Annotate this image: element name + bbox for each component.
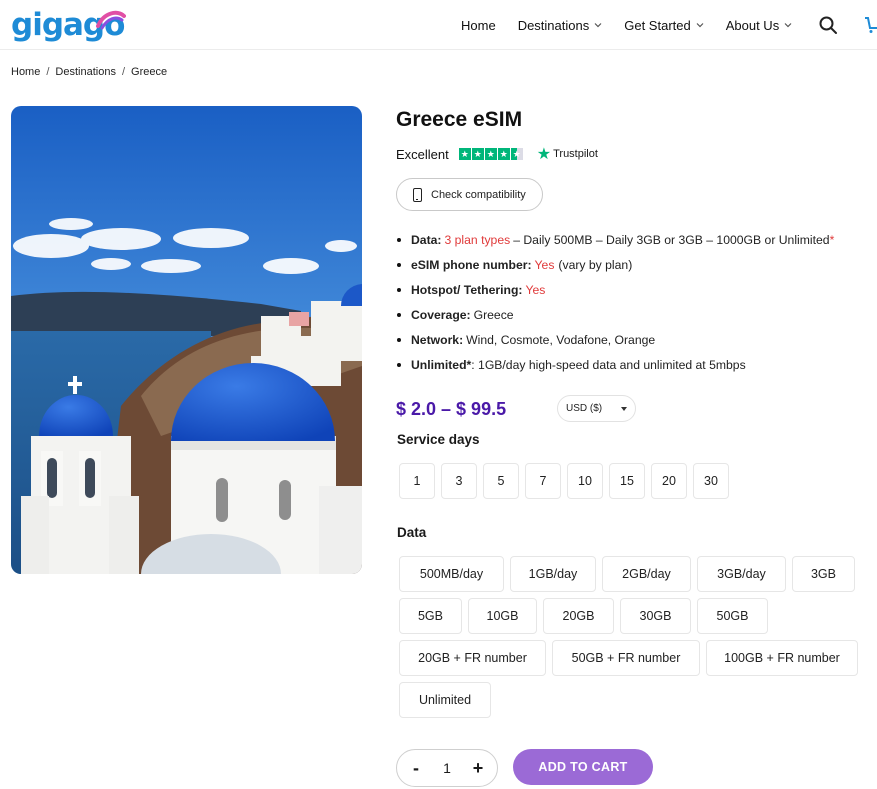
- breadcrumb-separator: /: [121, 66, 126, 78]
- feature-coverage: Coverage: Greece: [397, 302, 834, 327]
- data-option[interactable]: 1GB/day: [510, 556, 596, 592]
- breadcrumb-destinations[interactable]: Destinations: [55, 66, 116, 78]
- data-option[interactable]: 20GB: [543, 598, 614, 634]
- data-option[interactable]: 500MB/day: [399, 556, 504, 592]
- feature-coverage-value: Greece: [473, 307, 514, 322]
- quantity-decrease-button[interactable]: -: [409, 758, 423, 779]
- star-icon: ★: [497, 148, 510, 160]
- logo[interactable]: gigago: [11, 7, 126, 43]
- feature-coverage-label: Coverage:: [411, 307, 471, 322]
- service-day-option[interactable]: 20: [651, 463, 687, 499]
- star-icon: ★: [471, 148, 484, 160]
- nav-get-started[interactable]: Get Started: [624, 17, 704, 33]
- nav-destinations[interactable]: Destinations: [518, 18, 603, 33]
- feature-unlimited-label: Unlimited*: [411, 357, 472, 372]
- quantity-increase-button[interactable]: +: [471, 758, 485, 779]
- currency-value: USD ($): [566, 403, 603, 414]
- data-option[interactable]: 5GB: [399, 598, 462, 634]
- main-nav: Home Destinations Get Started About Us: [461, 0, 814, 50]
- service-day-option[interactable]: 5: [483, 463, 519, 499]
- price-range: $ 2.0 – $ 99.5: [396, 399, 507, 419]
- data-option[interactable]: 2GB/day: [602, 556, 691, 592]
- feature-phone-value: Yes: [534, 257, 555, 272]
- data-option[interactable]: 100GB + FR number: [706, 640, 858, 676]
- feature-hotspot-label: Hotspot/ Tethering:: [411, 282, 523, 297]
- chevron-down-icon: [594, 23, 602, 28]
- feature-data: Data: 3 plan types – Daily 500MB – Daily…: [397, 227, 834, 252]
- quantity-value[interactable]: 1: [443, 760, 451, 776]
- feature-hotspot: Hotspot/ Tethering: Yes: [397, 277, 834, 302]
- chevron-down-icon: [696, 23, 704, 28]
- feature-network-value: Wind, Cosmote, Vodafone, Orange: [466, 332, 656, 347]
- nav-about-us[interactable]: About Us: [726, 18, 792, 33]
- feature-data-label: Data:: [411, 232, 442, 247]
- chevron-down-icon: [784, 23, 792, 28]
- feature-list: Data: 3 plan types – Daily 500MB – Daily…: [397, 227, 834, 377]
- caret-down-icon: [621, 407, 627, 411]
- data-option[interactable]: 3GB/day: [697, 556, 786, 592]
- search-icon[interactable]: [818, 15, 838, 35]
- cart-icon[interactable]: [864, 15, 877, 35]
- breadcrumb-separator: /: [46, 66, 50, 78]
- data-option[interactable]: 3GB: [792, 556, 855, 592]
- rating-stars: ★ ★ ★ ★ ★: [458, 148, 523, 160]
- feature-network: Network: Wind, Cosmote, Vodafone, Orange: [397, 327, 834, 352]
- currency-select[interactable]: USD ($): [557, 395, 636, 422]
- check-compatibility-button[interactable]: Check compatibility: [396, 178, 543, 211]
- breadcrumb-home[interactable]: Home: [11, 66, 40, 78]
- feature-phone-note: (vary by plan): [558, 257, 633, 272]
- data-option[interactable]: 30GB: [620, 598, 691, 634]
- trustpilot-rating[interactable]: Excellent ★ ★ ★ ★ ★ ★ Trustpilot: [396, 144, 598, 164]
- data-label: Data: [397, 525, 427, 540]
- nav-home-label: Home: [461, 17, 496, 33]
- feature-data-text: – Daily 500MB – Daily 3GB or 3GB – 1000G…: [513, 232, 830, 247]
- feature-data-asterisk: *: [829, 232, 835, 247]
- feature-phone-number: eSIM phone number: Yes (vary by plan): [397, 252, 834, 277]
- feature-network-label: Network:: [411, 332, 464, 347]
- check-compatibility-label: Check compatibility: [431, 188, 526, 201]
- feature-unlimited-value: : 1GB/day high-speed data and unlimited …: [471, 357, 746, 372]
- feature-hotspot-value: Yes: [525, 282, 546, 297]
- star-half-icon: ★: [510, 148, 523, 160]
- site-header: gigago Home Destinations Get Started Abo…: [0, 0, 877, 50]
- rating-label: Excellent: [396, 146, 449, 162]
- service-day-option[interactable]: 15: [609, 463, 645, 499]
- trustpilot-star-icon: ★: [536, 146, 552, 163]
- product-image: [11, 106, 362, 574]
- nav-destinations-label: Destinations: [517, 17, 590, 33]
- data-option[interactable]: 50GB: [697, 598, 768, 634]
- data-option[interactable]: Unlimited: [399, 682, 491, 718]
- star-icon: ★: [458, 148, 471, 160]
- service-day-option[interactable]: 30: [693, 463, 729, 499]
- data-option[interactable]: 50GB + FR number: [552, 640, 700, 676]
- breadcrumb-current: Greece: [131, 66, 168, 78]
- service-days-label: Service days: [397, 432, 480, 447]
- service-day-option[interactable]: 7: [525, 463, 561, 499]
- trustpilot-logo: ★ Trustpilot: [537, 144, 598, 164]
- add-to-cart-button[interactable]: ADD TO CART: [513, 749, 653, 785]
- nav-get-started-label: Get Started: [624, 17, 691, 33]
- nav-about-us-label: About Us: [725, 17, 780, 33]
- logo-swoosh-icon: [96, 10, 126, 30]
- service-day-option[interactable]: 10: [567, 463, 603, 499]
- phone-icon: [413, 187, 422, 202]
- plan-types-link[interactable]: 3 plan types: [444, 233, 510, 247]
- product-title: Greece eSIM: [396, 108, 523, 131]
- data-option[interactable]: 10GB: [468, 598, 537, 634]
- data-option[interactable]: 20GB + FR number: [399, 640, 546, 676]
- trustpilot-text: Trustpilot: [553, 148, 598, 160]
- feature-phone-label: eSIM phone number:: [411, 257, 532, 272]
- quantity-stepper: - 1 +: [396, 749, 498, 787]
- feature-unlimited: Unlimited* : 1GB/day high-speed data and…: [397, 352, 834, 377]
- star-icon: ★: [484, 148, 497, 160]
- nav-home[interactable]: Home: [461, 18, 496, 33]
- breadcrumb: Home / Destinations / Greece: [11, 66, 167, 78]
- service-day-option[interactable]: 1: [399, 463, 435, 499]
- santorini-illustration: [11, 106, 362, 574]
- service-day-option[interactable]: 3: [441, 463, 477, 499]
